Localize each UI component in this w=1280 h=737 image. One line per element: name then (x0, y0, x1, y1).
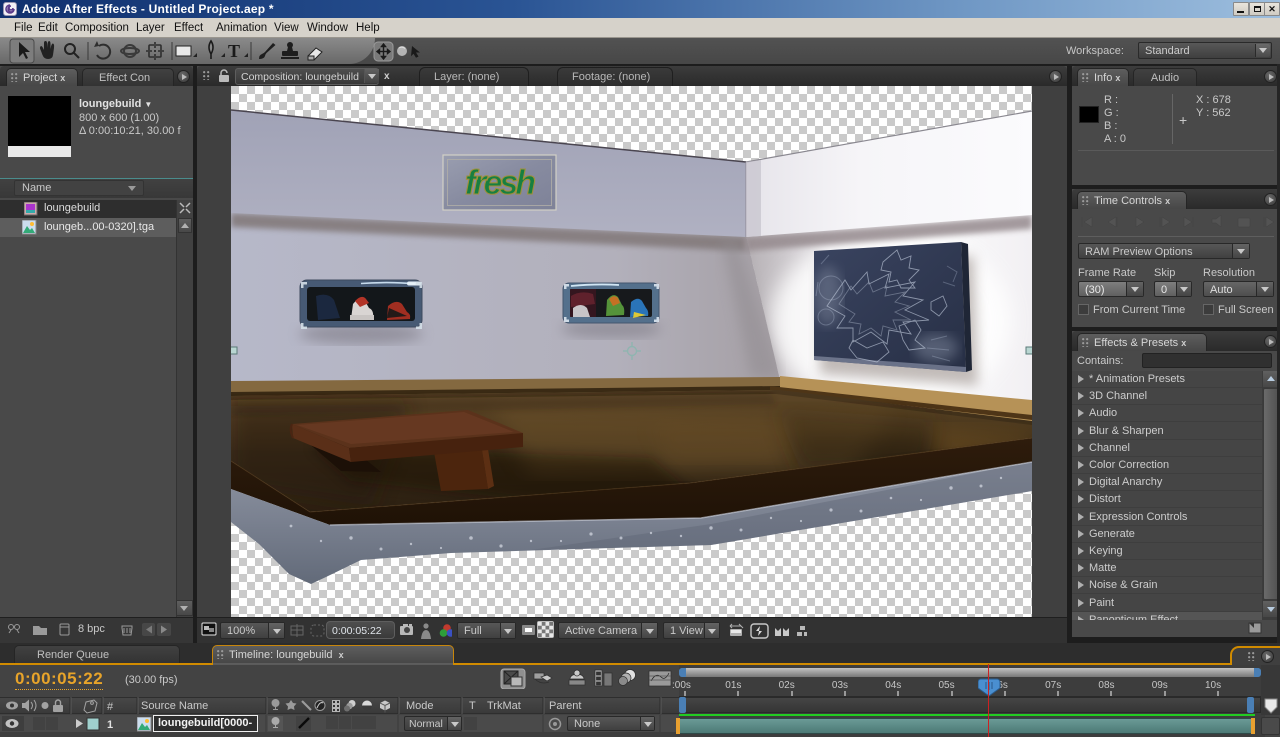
svg-text:1: 1 (107, 719, 113, 731)
svg-text:#: # (107, 701, 114, 713)
svg-text:fresh: fresh (465, 164, 535, 202)
svg-text:T: T (228, 41, 240, 61)
